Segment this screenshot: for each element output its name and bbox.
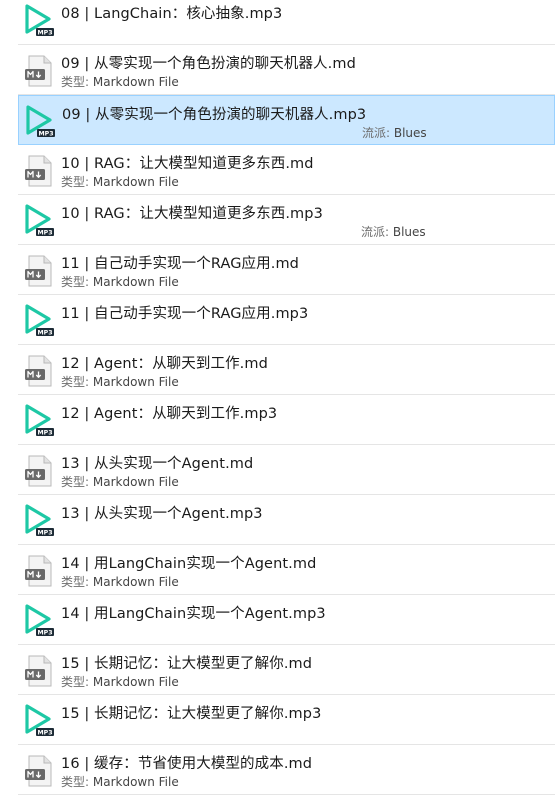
- mp3-play-icon: MP3: [22, 504, 56, 538]
- file-type-label: 类型:: [61, 275, 93, 289]
- file-type-label: 类型:: [61, 675, 93, 689]
- file-name: 09 | 从零实现一个角色扮演的聊天机器人.md: [61, 56, 356, 72]
- file-name: 14 | 用LangChain实现一个Agent.mp3: [61, 606, 326, 622]
- file-name: 13 | 从头实现一个Agent.md: [61, 456, 254, 472]
- file-name: 11 | 自己动手实现一个RAG应用.md: [61, 256, 299, 272]
- file-type-value: Markdown File: [92, 775, 179, 789]
- file-row[interactable]: 11 | 自己动手实现一个RAG应用.md 类型: Markdown File: [18, 245, 555, 295]
- file-name: 15 | 长期记忆：让大模型更了解你.md: [61, 656, 313, 672]
- file-genre-value: Blues: [393, 126, 427, 140]
- file-type-value: Markdown File: [92, 175, 179, 189]
- markdown-file-icon: [22, 54, 56, 88]
- file-name: 10 | RAG：让大模型知道更多东西.md: [61, 156, 314, 172]
- file-row[interactable]: MP3 12 | Agent：从聊天到工作.mp3: [18, 395, 555, 445]
- file-name: 08 | LangChain：核心抽象.mp3: [61, 6, 283, 22]
- svg-text:MP3: MP3: [39, 131, 54, 138]
- file-row[interactable]: MP3 08 | LangChain：核心抽象.mp3: [18, 0, 555, 45]
- file-genre-label: 流派:: [361, 225, 393, 239]
- file-name: 16 | 缓存：节省使用大模型的成本.md: [61, 756, 313, 772]
- file-name: 09 | 从零实现一个角色扮演的聊天机器人.mp3: [62, 107, 367, 123]
- file-type-value: Markdown File: [92, 375, 179, 389]
- svg-text:MP3: MP3: [38, 30, 53, 37]
- file-type-label: 类型:: [61, 75, 93, 89]
- file-row[interactable]: MP3 13 | 从头实现一个Agent.mp3: [18, 495, 555, 545]
- mp3-play-icon: MP3: [23, 105, 57, 139]
- file-row[interactable]: 12 | Agent：从聊天到工作.md 类型: Markdown File: [18, 345, 555, 395]
- mp3-play-icon: MP3: [22, 704, 56, 738]
- file-row[interactable]: MP3 09 | 从零实现一个角色扮演的聊天机器人.mp3 流派: Blues: [18, 95, 555, 145]
- file-genre-label: 流派:: [362, 126, 394, 140]
- svg-text:MP3: MP3: [38, 630, 53, 637]
- file-name: 14 | 用LangChain实现一个Agent.md: [61, 556, 317, 572]
- file-type-label: 类型:: [61, 175, 93, 189]
- file-type: 类型: Markdown File: [61, 173, 179, 190]
- file-type: 类型: Markdown File: [61, 273, 179, 290]
- file-row[interactable]: 14 | 用LangChain实现一个Agent.md 类型: Markdown …: [18, 545, 555, 595]
- svg-text:MP3: MP3: [38, 730, 53, 737]
- file-row[interactable]: MP3 10 | RAG：让大模型知道更多东西.mp3 流派: Blues: [18, 195, 555, 245]
- file-type: 类型: Markdown File: [61, 473, 179, 490]
- file-row[interactable]: 16 | 缓存：节省使用大模型的成本.md 类型: Markdown File: [18, 745, 555, 795]
- file-type-label: 类型:: [61, 775, 93, 789]
- markdown-file-icon: [22, 454, 56, 488]
- file-row[interactable]: MP3 15 | 长期记忆：让大模型更了解你.mp3: [18, 695, 555, 745]
- file-type-value: Markdown File: [92, 575, 179, 589]
- file-type-label: 类型:: [61, 575, 93, 589]
- mp3-play-icon: MP3: [22, 404, 56, 438]
- file-type-label: 类型:: [61, 475, 93, 489]
- mp3-play-icon: MP3: [22, 204, 56, 238]
- markdown-file-icon: [22, 154, 56, 188]
- file-type-value: Markdown File: [92, 475, 179, 489]
- mp3-play-icon: MP3: [22, 304, 56, 338]
- mp3-play-icon: MP3: [22, 4, 56, 38]
- file-name: 13 | 从头实现一个Agent.mp3: [61, 506, 263, 522]
- file-name: 11 | 自己动手实现一个RAG应用.mp3: [61, 306, 309, 322]
- file-row[interactable]: 09 | 从零实现一个角色扮演的聊天机器人.md 类型: Markdown Fil…: [18, 45, 555, 95]
- file-genre: 流派: Blues: [362, 124, 427, 141]
- markdown-file-icon: [22, 254, 56, 288]
- svg-text:MP3: MP3: [38, 330, 53, 337]
- file-name: 12 | Agent：从聊天到工作.md: [61, 356, 268, 372]
- file-name: 12 | Agent：从聊天到工作.mp3: [61, 406, 278, 422]
- svg-text:MP3: MP3: [38, 530, 53, 537]
- file-type: 类型: Markdown File: [61, 573, 179, 590]
- file-type-value: Markdown File: [92, 675, 179, 689]
- mp3-play-icon: MP3: [22, 604, 56, 638]
- file-list: MP3 08 | LangChain：核心抽象.mp3 09 | 从零实现一个角…: [0, 0, 555, 795]
- markdown-file-icon: [22, 354, 56, 388]
- file-type: 类型: Markdown File: [61, 73, 179, 90]
- svg-text:MP3: MP3: [38, 230, 53, 237]
- markdown-file-icon: [22, 754, 56, 788]
- file-name: 10 | RAG：让大模型知道更多东西.mp3: [61, 206, 323, 222]
- file-type-value: Markdown File: [92, 75, 179, 89]
- file-type: 类型: Markdown File: [61, 673, 179, 690]
- file-row[interactable]: 13 | 从头实现一个Agent.md 类型: Markdown File: [18, 445, 555, 495]
- file-type: 类型: Markdown File: [61, 373, 179, 390]
- file-name: 15 | 长期记忆：让大模型更了解你.mp3: [61, 706, 322, 722]
- file-type-value: Markdown File: [92, 275, 179, 289]
- file-genre: 流派: Blues: [361, 223, 426, 240]
- file-genre-value: Blues: [392, 225, 426, 239]
- file-row[interactable]: MP3 11 | 自己动手实现一个RAG应用.mp3: [18, 295, 555, 345]
- file-type: 类型: Markdown File: [61, 773, 179, 790]
- markdown-file-icon: [22, 654, 56, 688]
- file-row[interactable]: 15 | 长期记忆：让大模型更了解你.md 类型: Markdown File: [18, 645, 555, 695]
- file-type-label: 类型:: [61, 375, 93, 389]
- file-row[interactable]: MP3 14 | 用LangChain实现一个Agent.mp3: [18, 595, 555, 645]
- svg-text:MP3: MP3: [38, 430, 53, 437]
- markdown-file-icon: [22, 554, 56, 588]
- file-row[interactable]: 10 | RAG：让大模型知道更多东西.md 类型: Markdown File: [18, 145, 555, 195]
